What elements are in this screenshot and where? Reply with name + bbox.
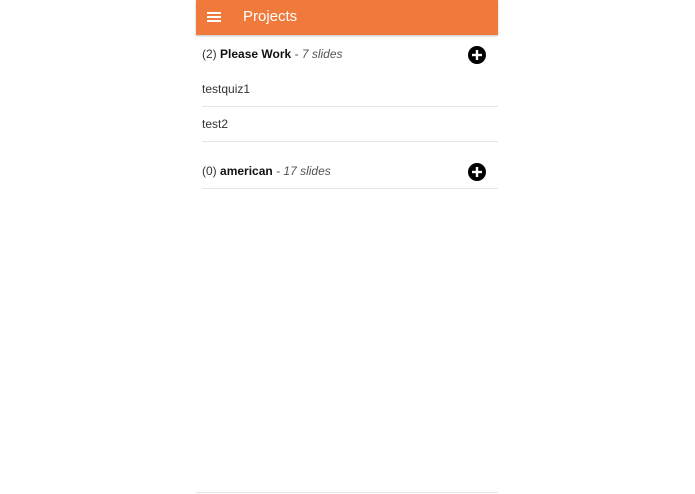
project-slide-count: - 17 slides (276, 164, 331, 178)
project-count: (0) (202, 164, 217, 178)
plus-circle-icon[interactable] (468, 163, 486, 181)
app-bar: Projects (196, 0, 498, 35)
projects-screen: Projects (2) Please Work - 7 slides test… (196, 0, 498, 494)
page-title: Projects (243, 8, 298, 25)
project-count: (2) (202, 47, 217, 61)
list-item-label: testquiz1 (202, 82, 251, 96)
list-item-label: test2 (202, 117, 229, 131)
project-header-american[interactable]: (0) american - 17 slides (202, 154, 498, 189)
project-title: (2) Please Work - 7 slides (202, 47, 343, 61)
project-slide-count: - 7 slides (294, 47, 343, 61)
project-header-please-work[interactable]: (2) Please Work - 7 slides (202, 37, 498, 71)
project-name: american (220, 164, 273, 178)
project-name: Please Work (220, 47, 292, 61)
hamburger-menu-icon[interactable] (202, 5, 226, 29)
project-title: (0) american - 17 slides (202, 164, 331, 178)
plus-circle-icon[interactable] (468, 46, 486, 64)
bottom-divider (196, 492, 498, 493)
list-item[interactable]: testquiz1 (202, 72, 498, 107)
list-item[interactable]: test2 (202, 107, 498, 142)
